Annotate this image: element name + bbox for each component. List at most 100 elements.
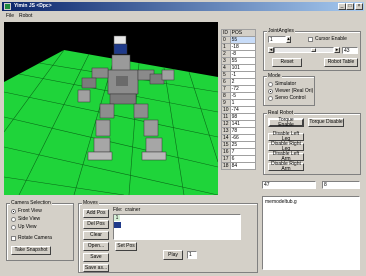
mode-radio-simulator[interactable] [268,82,273,87]
joint-table-row[interactable]: 91 [221,99,256,107]
joint-table-row[interactable]: 16 7 [221,148,256,156]
joint-pos-cell[interactable]: 6 [229,155,256,163]
joint-id-cell: 16 [221,148,231,156]
joint-slider-thumb[interactable] [311,48,316,52]
joint-id-cell: 12 [221,120,231,128]
torque-enable-button[interactable]: Torque Enable [268,117,304,127]
joint-table-row[interactable]: 3 55 [221,57,256,65]
disable-left-leg-button[interactable]: Disable Left Leg [268,132,304,142]
disable-right-arm-button[interactable]: Disable Right Arm [268,162,304,172]
cursor-enable-checkbox[interactable] [308,37,313,42]
rotate-camera-label: Rotate Camera [18,235,52,241]
moves-sequence-list[interactable]: 1 [113,214,241,240]
play-count-input[interactable]: 1 [187,251,197,259]
joint-id-cell: 0 [221,36,231,44]
robot-table-button[interactable]: Robot Table [324,58,358,67]
mode-radio-servo[interactable] [268,96,273,101]
joint-pos-cell[interactable]: -74 [229,106,256,114]
open-button[interactable]: Open... [83,242,109,251]
joint-table-row[interactable]: 12 141 [221,120,256,128]
camera-radio-front[interactable] [11,209,16,214]
joint-table-row[interactable]: 14 -66 [221,134,256,142]
spin-arrows[interactable]: ▴ [286,36,291,43]
joint-pos-cell[interactable]: -8 [229,50,256,58]
joint-id-cell: 9 [221,99,231,107]
mode-radio-viewer[interactable] [268,89,273,94]
joint-pos-cell[interactable]: 7 [229,148,256,156]
joint-id-cell: 6 [221,78,231,86]
real-robot-group: Real Robot Torque Enable Torque Disable … [263,110,361,175]
camera-radio-side[interactable] [11,217,16,222]
joint-slider-track[interactable] [274,47,334,53]
joint-table-row[interactable]: 1 -18 [221,43,256,51]
joint-table-row[interactable]: 17 6 [221,155,256,163]
menu-file[interactable]: File [6,13,14,19]
file-label: File: [113,207,123,213]
joint-id-cell: 3 [221,57,231,65]
joint-table: ID POS 0 55 1 -18 2 -8 3 55 4 101 5 -1 6 2 7 -72 8 -5 9 1 10 -7… [221,29,256,170]
camera-label-front: Front View [18,208,42,214]
joint-pos-cell[interactable]: 141 [229,120,256,128]
joint-table-row[interactable]: 0 55 [221,36,256,44]
camera-label-up: Up View [18,224,37,230]
joint-id-cell: 11 [221,113,231,121]
joint-table-row[interactable]: 5 -1 [221,71,256,79]
joint-pos-cell[interactable]: 98 [229,113,256,121]
joint-pos-cell[interactable]: 101 [229,64,256,72]
camera-legend: Camera Selection [10,200,52,206]
joint-table-row[interactable]: 13 78 [221,127,256,135]
joint-pos-cell[interactable]: -1 [229,71,256,79]
disable-right-leg-button[interactable]: Disable Right Leg [268,142,304,152]
camera-radio-up[interactable] [11,225,16,230]
joint-pos-cell[interactable]: 78 [229,127,256,135]
joint-pos-cell[interactable]: 55 [229,57,256,65]
real-robot-legend: Real Robot [267,110,295,116]
joint-table-row[interactable]: 2 -8 [221,50,256,58]
reset-button[interactable]: Reset [272,58,302,67]
joint-id-cell: 17 [221,155,231,163]
joint-id-cell: 7 [221,85,231,93]
clear-button[interactable]: Clear [83,231,109,240]
set-pos-button[interactable]: Set Pos [115,242,137,251]
joint-table-row[interactable]: 18 84 [221,162,256,170]
maximize-button[interactable]: □ [346,3,354,10]
joint-pos-cell[interactable]: -72 [229,85,256,93]
joint-pos-cell[interactable]: 55 [229,36,256,44]
torque-disable-button[interactable]: Torque Disable [308,118,344,127]
menu-robot[interactable]: Robot [19,13,32,19]
joint-table-row[interactable]: 7 -72 [221,85,256,93]
close-button[interactable]: × [355,3,363,10]
joint-slider-value[interactable]: 43 [342,47,358,54]
log-text: memodeltub.g [265,199,297,205]
joint-table-row[interactable]: 10 -74 [221,106,256,114]
joint-id-cell: 5 [221,71,231,79]
rotate-camera-checkbox[interactable] [11,236,16,241]
minimize-button[interactable]: _ [338,3,346,10]
sequence-selected-cell[interactable] [114,222,121,228]
joint-table-row[interactable]: 8 -5 [221,92,256,100]
save-button[interactable]: Save [83,253,109,262]
joint-pos-cell[interactable]: -5 [229,92,256,100]
joint-id-cell: 4 [221,64,231,72]
log-panel[interactable]: memodeltub.g [262,196,360,270]
joint-table-row[interactable]: 15 25 [221,141,256,149]
joint-pos-cell[interactable]: 1 [229,99,256,107]
take-snapshot-button[interactable]: Take Snapshot [11,246,51,255]
joint-table-header-cell: POS [229,29,256,37]
joint-table-row[interactable]: 62 [221,78,256,86]
play-button[interactable]: Play [163,250,183,260]
joint-pos-cell[interactable]: 2 [229,78,256,86]
slider-right-arrow[interactable]: ▸ [334,47,340,53]
del-pos-button[interactable]: Del Pos [83,220,109,229]
joint-pos-cell[interactable]: -18 [229,43,256,51]
save-as-button[interactable]: Save as... [83,264,109,272]
joint-table-row[interactable]: 4 101 [221,64,256,72]
joint-pos-cell[interactable]: 25 [229,141,256,149]
add-pos-button[interactable]: Add Pos [83,209,109,218]
joint-pos-cell[interactable]: 84 [229,162,256,170]
joint-spin-input[interactable]: 1 [268,36,286,43]
joint-table-row[interactable]: 11 98 [221,113,256,121]
joint-pos-cell[interactable]: -66 [229,134,256,142]
robot-3d-viewport[interactable] [4,22,218,195]
disable-left-arm-button[interactable]: Disable Left Arm [268,152,304,162]
